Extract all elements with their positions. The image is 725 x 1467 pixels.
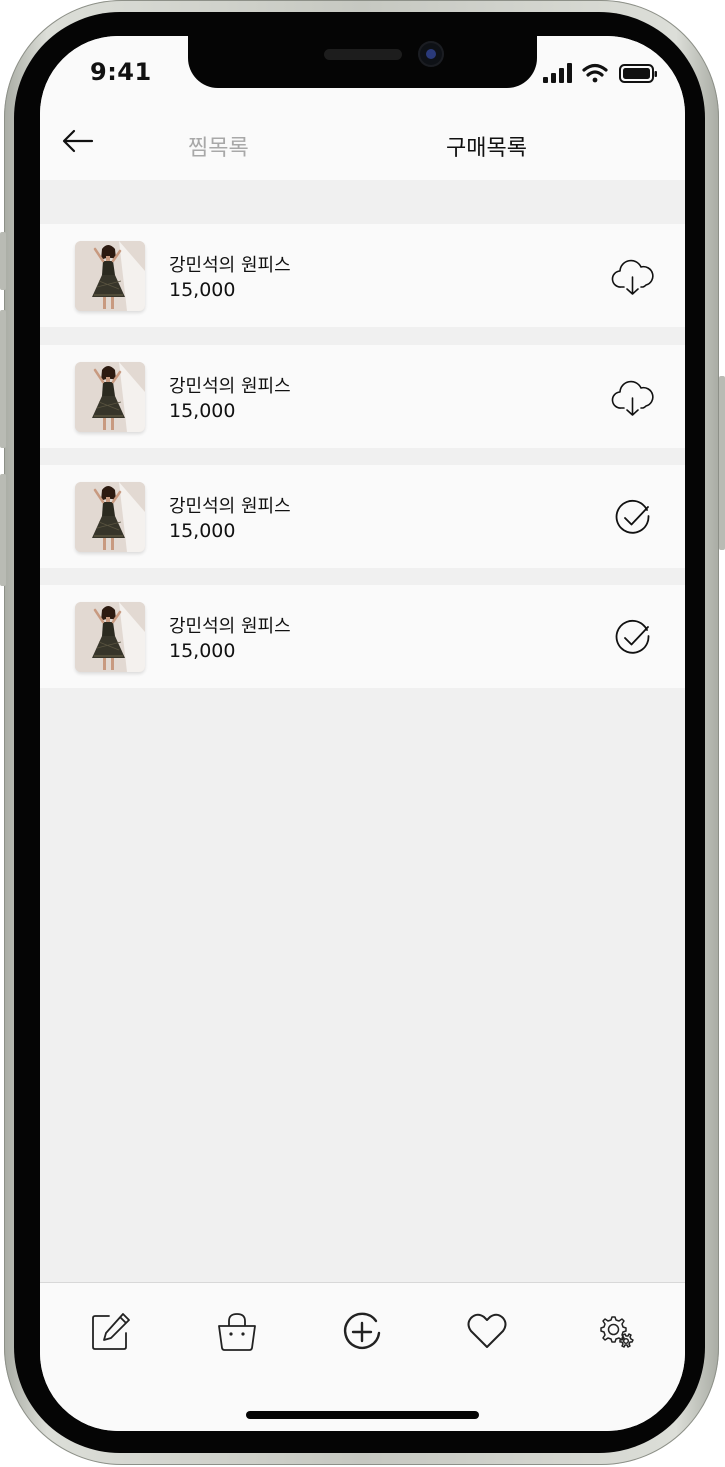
volume-down-button: [0, 474, 6, 586]
heart-icon[interactable]: [465, 1309, 509, 1353]
product-thumbnail: [75, 362, 145, 432]
product-name: 강민석의 원피스: [169, 496, 291, 517]
notch: [188, 36, 537, 88]
battery-icon: [619, 64, 657, 83]
bottom-nav: [40, 1282, 685, 1431]
status-icons: [543, 63, 658, 85]
wifi-icon: [582, 63, 608, 83]
tab-wishlist[interactable]: 찜목록: [188, 130, 249, 162]
cloud-download-icon[interactable]: [610, 254, 656, 300]
product-price: 15,000: [169, 400, 236, 422]
list-item[interactable]: 강민석의 원피스 15,000: [40, 465, 685, 568]
edit-icon[interactable]: [89, 1309, 133, 1353]
product-price: 15,000: [169, 279, 236, 301]
app-screen: 9:41 찜목록 구매목록 강민석의 원피스 15,000 강민석의 원피스 1…: [40, 36, 685, 1431]
list-item[interactable]: 강민석의 원피스 15,000: [40, 224, 685, 327]
status-time: 9:41: [90, 58, 152, 86]
power-button: [719, 376, 725, 550]
product-price: 15,000: [169, 640, 236, 662]
product-price: 15,000: [169, 520, 236, 542]
product-name: 강민석의 원피스: [169, 255, 291, 276]
product-thumbnail: [75, 241, 145, 311]
signal-icon: [543, 63, 572, 83]
shopping-basket-icon[interactable]: [215, 1309, 259, 1353]
cloud-download-icon[interactable]: [610, 375, 656, 421]
add-circle-icon[interactable]: [340, 1309, 384, 1353]
speaker-grille: [324, 49, 402, 60]
home-indicator[interactable]: [246, 1411, 479, 1419]
product-thumbnail: [75, 482, 145, 552]
settings-gear-icon[interactable]: [592, 1309, 636, 1353]
check-circle-icon[interactable]: [610, 495, 656, 541]
check-circle-icon[interactable]: [610, 615, 656, 661]
top-header: 찜목록 구매목록: [40, 96, 685, 180]
mute-switch: [0, 232, 6, 290]
volume-up-button: [0, 310, 6, 448]
back-arrow-icon[interactable]: [62, 129, 94, 153]
front-camera: [418, 41, 444, 67]
list-item[interactable]: 강민석의 원피스 15,000: [40, 345, 685, 448]
tab-purchase-list[interactable]: 구매목록: [446, 130, 527, 162]
product-name: 강민석의 원피스: [169, 376, 291, 397]
product-name: 강민석의 원피스: [169, 616, 291, 637]
product-thumbnail: [75, 602, 145, 672]
list-item[interactable]: 강민석의 원피스 15,000: [40, 585, 685, 688]
